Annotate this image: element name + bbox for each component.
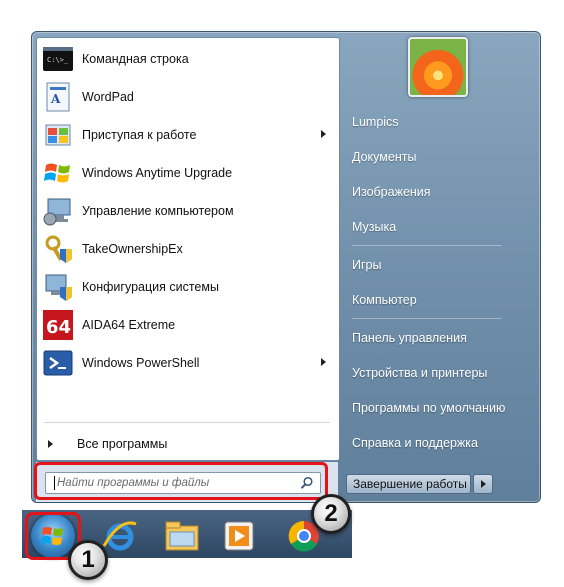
program-item-cmd[interactable]: C:\>_ Командная строка bbox=[40, 41, 334, 77]
program-item-wordpad[interactable]: A WordPad bbox=[40, 79, 334, 115]
right-item-lumpics[interactable]: Lumpics bbox=[352, 111, 512, 133]
divider bbox=[352, 318, 502, 319]
expand-arrow-icon bbox=[48, 440, 53, 448]
getting-started-icon bbox=[45, 124, 71, 146]
program-label: Командная строка bbox=[82, 52, 189, 66]
right-item-computer[interactable]: Компьютер bbox=[352, 289, 512, 311]
program-label: AIDA64 Extreme bbox=[82, 318, 176, 332]
program-item-anytime-upgrade[interactable]: Windows Anytime Upgrade bbox=[40, 155, 334, 191]
program-item-computer-management[interactable]: Управление компьютером bbox=[40, 193, 334, 229]
svg-text:C:\>_: C:\>_ bbox=[47, 56, 69, 64]
divider bbox=[352, 245, 502, 246]
shutdown-options-button[interactable] bbox=[473, 474, 493, 494]
computer-management-icon bbox=[43, 198, 71, 226]
search-highlight-frame bbox=[34, 462, 328, 500]
media-player-icon[interactable] bbox=[220, 516, 260, 556]
cmd-icon: C:\>_ bbox=[43, 47, 73, 71]
user-avatar[interactable] bbox=[408, 37, 468, 97]
right-item-documents[interactable]: Документы bbox=[352, 146, 512, 168]
svg-text:64: 64 bbox=[46, 317, 71, 338]
windows-flag-icon bbox=[44, 163, 70, 183]
right-item-control-panel[interactable]: Панель управления bbox=[352, 327, 512, 349]
right-item-devices-printers[interactable]: Устройства и принтеры bbox=[352, 362, 512, 384]
step-badge-2: 2 bbox=[311, 494, 351, 534]
program-label: TakeOwnershipEx bbox=[82, 242, 183, 256]
shutdown-button[interactable]: Завершение работы bbox=[346, 474, 471, 494]
right-item-music[interactable]: Музыка bbox=[352, 216, 512, 238]
program-item-aida64[interactable]: 64 AIDA64 Extreme bbox=[40, 307, 334, 343]
program-item-system-config[interactable]: Конфигурация системы bbox=[40, 269, 334, 305]
program-item-getting-started[interactable]: Приступая к работе bbox=[40, 117, 334, 153]
program-label: Управление компьютером bbox=[82, 204, 234, 218]
right-item-default-programs[interactable]: Программы по умолчанию bbox=[352, 397, 512, 419]
right-item-games[interactable]: Игры bbox=[352, 254, 512, 276]
step-badge-1: 1 bbox=[68, 540, 108, 580]
wordpad-icon: A bbox=[46, 82, 70, 112]
submenu-arrow-icon[interactable] bbox=[321, 358, 326, 366]
program-item-takeownershipex[interactable]: TakeOwnershipEx bbox=[40, 231, 334, 267]
program-label: WordPad bbox=[82, 90, 134, 104]
all-programs-button[interactable]: Все программы bbox=[44, 432, 330, 456]
file-explorer-icon[interactable] bbox=[162, 516, 202, 556]
program-label: Windows PowerShell bbox=[82, 356, 200, 370]
internet-explorer-icon[interactable] bbox=[100, 516, 140, 556]
right-item-pictures[interactable]: Изображения bbox=[352, 181, 512, 203]
powershell-icon bbox=[43, 350, 73, 376]
program-label: Конфигурация системы bbox=[82, 280, 219, 294]
program-label: Приступая к работе bbox=[82, 128, 197, 142]
takeownership-icon bbox=[45, 235, 72, 263]
system-config-icon bbox=[45, 274, 72, 301]
program-item-powershell[interactable]: Windows PowerShell bbox=[40, 345, 334, 381]
submenu-arrow-icon[interactable] bbox=[321, 130, 326, 138]
all-programs-label: Все программы bbox=[77, 437, 168, 451]
aida64-icon: 64 bbox=[43, 310, 73, 340]
svg-text:A: A bbox=[50, 92, 61, 106]
divider bbox=[44, 422, 330, 423]
right-item-help-support[interactable]: Справка и поддержка bbox=[352, 432, 512, 454]
program-label: Windows Anytime Upgrade bbox=[82, 166, 233, 180]
